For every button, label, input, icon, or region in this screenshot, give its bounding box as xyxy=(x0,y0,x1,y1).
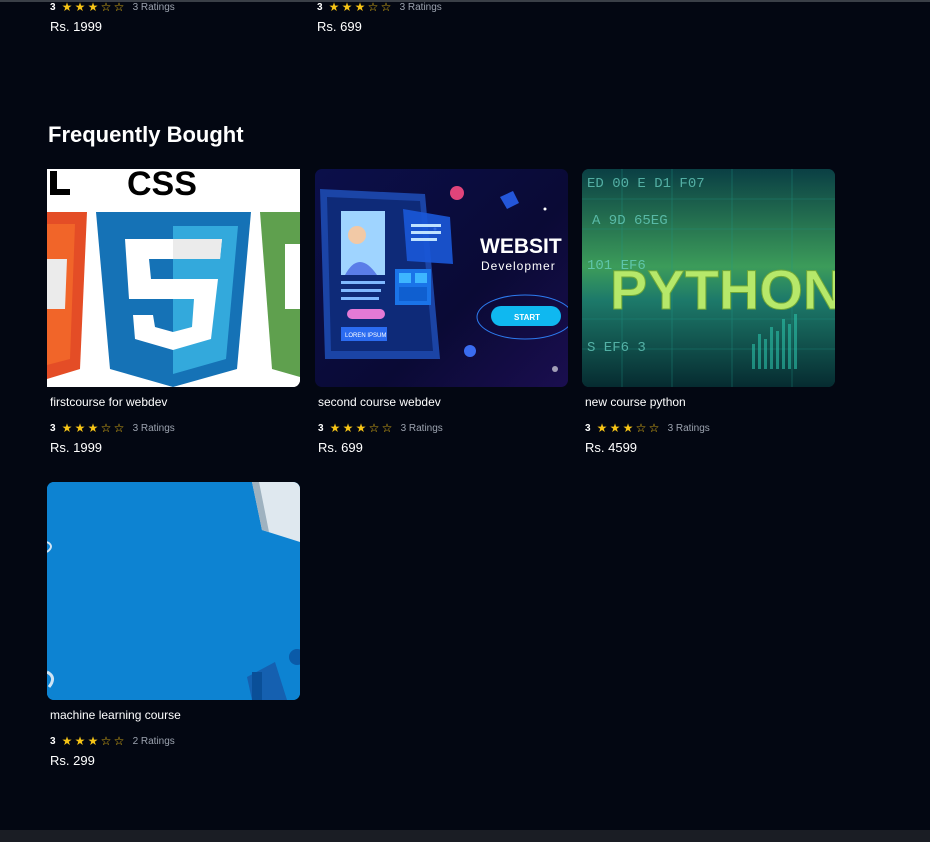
rating-count: 3 Ratings xyxy=(132,422,175,434)
star-filled-icon: ★ xyxy=(355,421,367,435)
star-filled-icon: ★ xyxy=(74,0,86,14)
course-card[interactable]: ED 00 E D1 F07 A 9D 65EG 101 EF6 S EF6 3… xyxy=(582,169,835,455)
star-filled-icon: ★ xyxy=(87,421,99,435)
image-headline-text: WEBSIT xyxy=(480,235,562,258)
course-card[interactable]: CSS firstcourse for webdev 3 ★ ★ ★ ☆ ☆ 3… xyxy=(47,169,300,455)
star-outline-icon: ☆ xyxy=(100,0,112,14)
course-info: machine learning course 3 ★ ★ ★ ☆ ☆ 2 Ra… xyxy=(50,708,300,768)
star-filled-icon: ★ xyxy=(622,421,634,435)
course-price: Rs. 299 xyxy=(50,753,95,768)
star-outline-icon: ☆ xyxy=(367,0,379,14)
rating-value: 3 xyxy=(585,422,591,434)
course-card[interactable]: machine learning course 3 ★ ★ ★ ☆ ☆ 2 Ra… xyxy=(47,482,300,768)
star-filled-icon: ★ xyxy=(61,421,73,435)
star-filled-icon: ★ xyxy=(87,0,99,14)
star-filled-icon: ★ xyxy=(354,0,366,14)
image-subheadline-text: Developmer xyxy=(481,259,556,273)
star-outline-icon: ☆ xyxy=(380,0,392,14)
star-filled-icon: ★ xyxy=(328,0,340,14)
css3-logo-image: CSS xyxy=(47,169,300,387)
bottom-bar xyxy=(0,830,930,842)
course-price: Rs. 1999 xyxy=(50,440,103,455)
star-rating: ★ ★ ★ ☆ ☆ xyxy=(328,1,393,13)
rating-row: 3 ★ ★ ★ ☆ ☆ 3 Ratings xyxy=(50,0,175,14)
image-small-text: LOREN IPSUM xyxy=(345,333,386,339)
course-info: firstcourse for webdev 3 ★ ★ ★ ☆ ☆ 3 Rat… xyxy=(50,395,300,455)
star-filled-icon: ★ xyxy=(596,421,608,435)
rating-row: 3 ★ ★ ★ ☆ ☆ 2 Ratings xyxy=(50,734,300,748)
star-filled-icon: ★ xyxy=(61,0,73,14)
top-card-2-meta: 3 ★ ★ ★ ☆ ☆ 3 Ratings Rs. 699 xyxy=(317,0,442,34)
rating-value: 3 xyxy=(50,735,56,747)
rating-count: 3 Ratings xyxy=(399,1,442,13)
rating-row: 3 ★ ★ ★ ☆ ☆ 3 Ratings xyxy=(317,0,442,14)
rating-value: 3 xyxy=(50,1,56,13)
rating-count: 3 Ratings xyxy=(400,422,443,434)
rating-count: 3 Ratings xyxy=(667,422,710,434)
course-card[interactable]: LOREN IPSUM WEBSIT Developmer START seco… xyxy=(315,169,568,455)
star-outline-icon: ☆ xyxy=(113,421,125,435)
star-rating: ★ ★ ★ ☆ ☆ xyxy=(596,422,661,434)
rating-value: 3 xyxy=(317,1,323,13)
star-filled-icon: ★ xyxy=(341,0,353,14)
section-title: Frequently Bought xyxy=(48,122,244,147)
star-outline-icon: ☆ xyxy=(100,421,112,435)
course-thumbnail[interactable]: ED 00 E D1 F07 A 9D 65EG 101 EF6 S EF6 3… xyxy=(582,169,835,387)
star-outline-icon: ☆ xyxy=(113,734,125,748)
course-title[interactable]: second course webdev xyxy=(318,395,568,409)
star-rating: ★ ★ ★ ☆ ☆ xyxy=(61,1,126,13)
star-outline-icon: ☆ xyxy=(648,421,660,435)
image-start-text: START xyxy=(514,313,540,322)
course-info: new course python 3 ★ ★ ★ ☆ ☆ 3 Ratings … xyxy=(585,395,835,455)
star-outline-icon: ☆ xyxy=(368,421,380,435)
star-filled-icon: ★ xyxy=(61,734,73,748)
website-development-image: LOREN IPSUM WEBSIT Developmer START xyxy=(320,186,568,372)
image-caption-text: CSS xyxy=(127,169,197,203)
star-outline-icon: ☆ xyxy=(113,0,125,14)
star-filled-icon: ★ xyxy=(87,734,99,748)
course-thumbnail[interactable] xyxy=(47,482,300,700)
image-headline-text: PYTHON xyxy=(610,258,835,321)
star-rating: ★ ★ ★ ☆ ☆ xyxy=(329,422,394,434)
rating-count: 2 Ratings xyxy=(132,735,175,747)
star-rating: ★ ★ ★ ☆ ☆ xyxy=(61,735,126,747)
star-outline-icon: ☆ xyxy=(381,421,393,435)
course-price: Rs. 4599 xyxy=(585,440,638,455)
star-filled-icon: ★ xyxy=(74,734,86,748)
rating-row: 3 ★ ★ ★ ☆ ☆ 3 Ratings xyxy=(585,421,835,435)
rating-value: 3 xyxy=(318,422,324,434)
star-filled-icon: ★ xyxy=(74,421,86,435)
top-card-1-meta: 3 ★ ★ ★ ☆ ☆ 3 Ratings Rs. 1999 xyxy=(50,0,175,34)
star-filled-icon: ★ xyxy=(329,421,341,435)
star-filled-icon: ★ xyxy=(342,421,354,435)
rating-count: 3 Ratings xyxy=(132,1,175,13)
python-image: ED 00 E D1 F07 A 9D 65EG 101 EF6 S EF6 3… xyxy=(582,169,835,387)
course-title[interactable]: machine learning course xyxy=(50,708,300,722)
rating-value: 3 xyxy=(50,422,56,434)
machine-learning-image xyxy=(47,482,300,700)
course-title[interactable]: new course python xyxy=(585,395,835,409)
rating-row: 3 ★ ★ ★ ☆ ☆ 3 Ratings xyxy=(318,421,568,435)
svg-text:A 9D 65EG: A 9D 65EG xyxy=(592,213,668,229)
course-title[interactable]: firstcourse for webdev xyxy=(50,395,300,409)
course-price: Rs. 699 xyxy=(317,19,362,34)
star-filled-icon: ★ xyxy=(609,421,621,435)
star-outline-icon: ☆ xyxy=(100,734,112,748)
star-outline-icon: ☆ xyxy=(635,421,647,435)
svg-text:ED 00 E D1 F07: ED 00 E D1 F07 xyxy=(587,176,705,192)
star-rating: ★ ★ ★ ☆ ☆ xyxy=(61,422,126,434)
course-thumbnail[interactable]: CSS xyxy=(47,169,300,387)
course-price: Rs. 1999 xyxy=(50,19,103,34)
course-price: Rs. 699 xyxy=(318,440,363,455)
course-info: second course webdev 3 ★ ★ ★ ☆ ☆ 3 Ratin… xyxy=(318,395,568,455)
svg-text:S EF6 3: S EF6 3 xyxy=(587,340,646,356)
course-thumbnail[interactable]: LOREN IPSUM WEBSIT Developmer START xyxy=(315,169,568,387)
rating-row: 3 ★ ★ ★ ☆ ☆ 3 Ratings xyxy=(50,421,300,435)
